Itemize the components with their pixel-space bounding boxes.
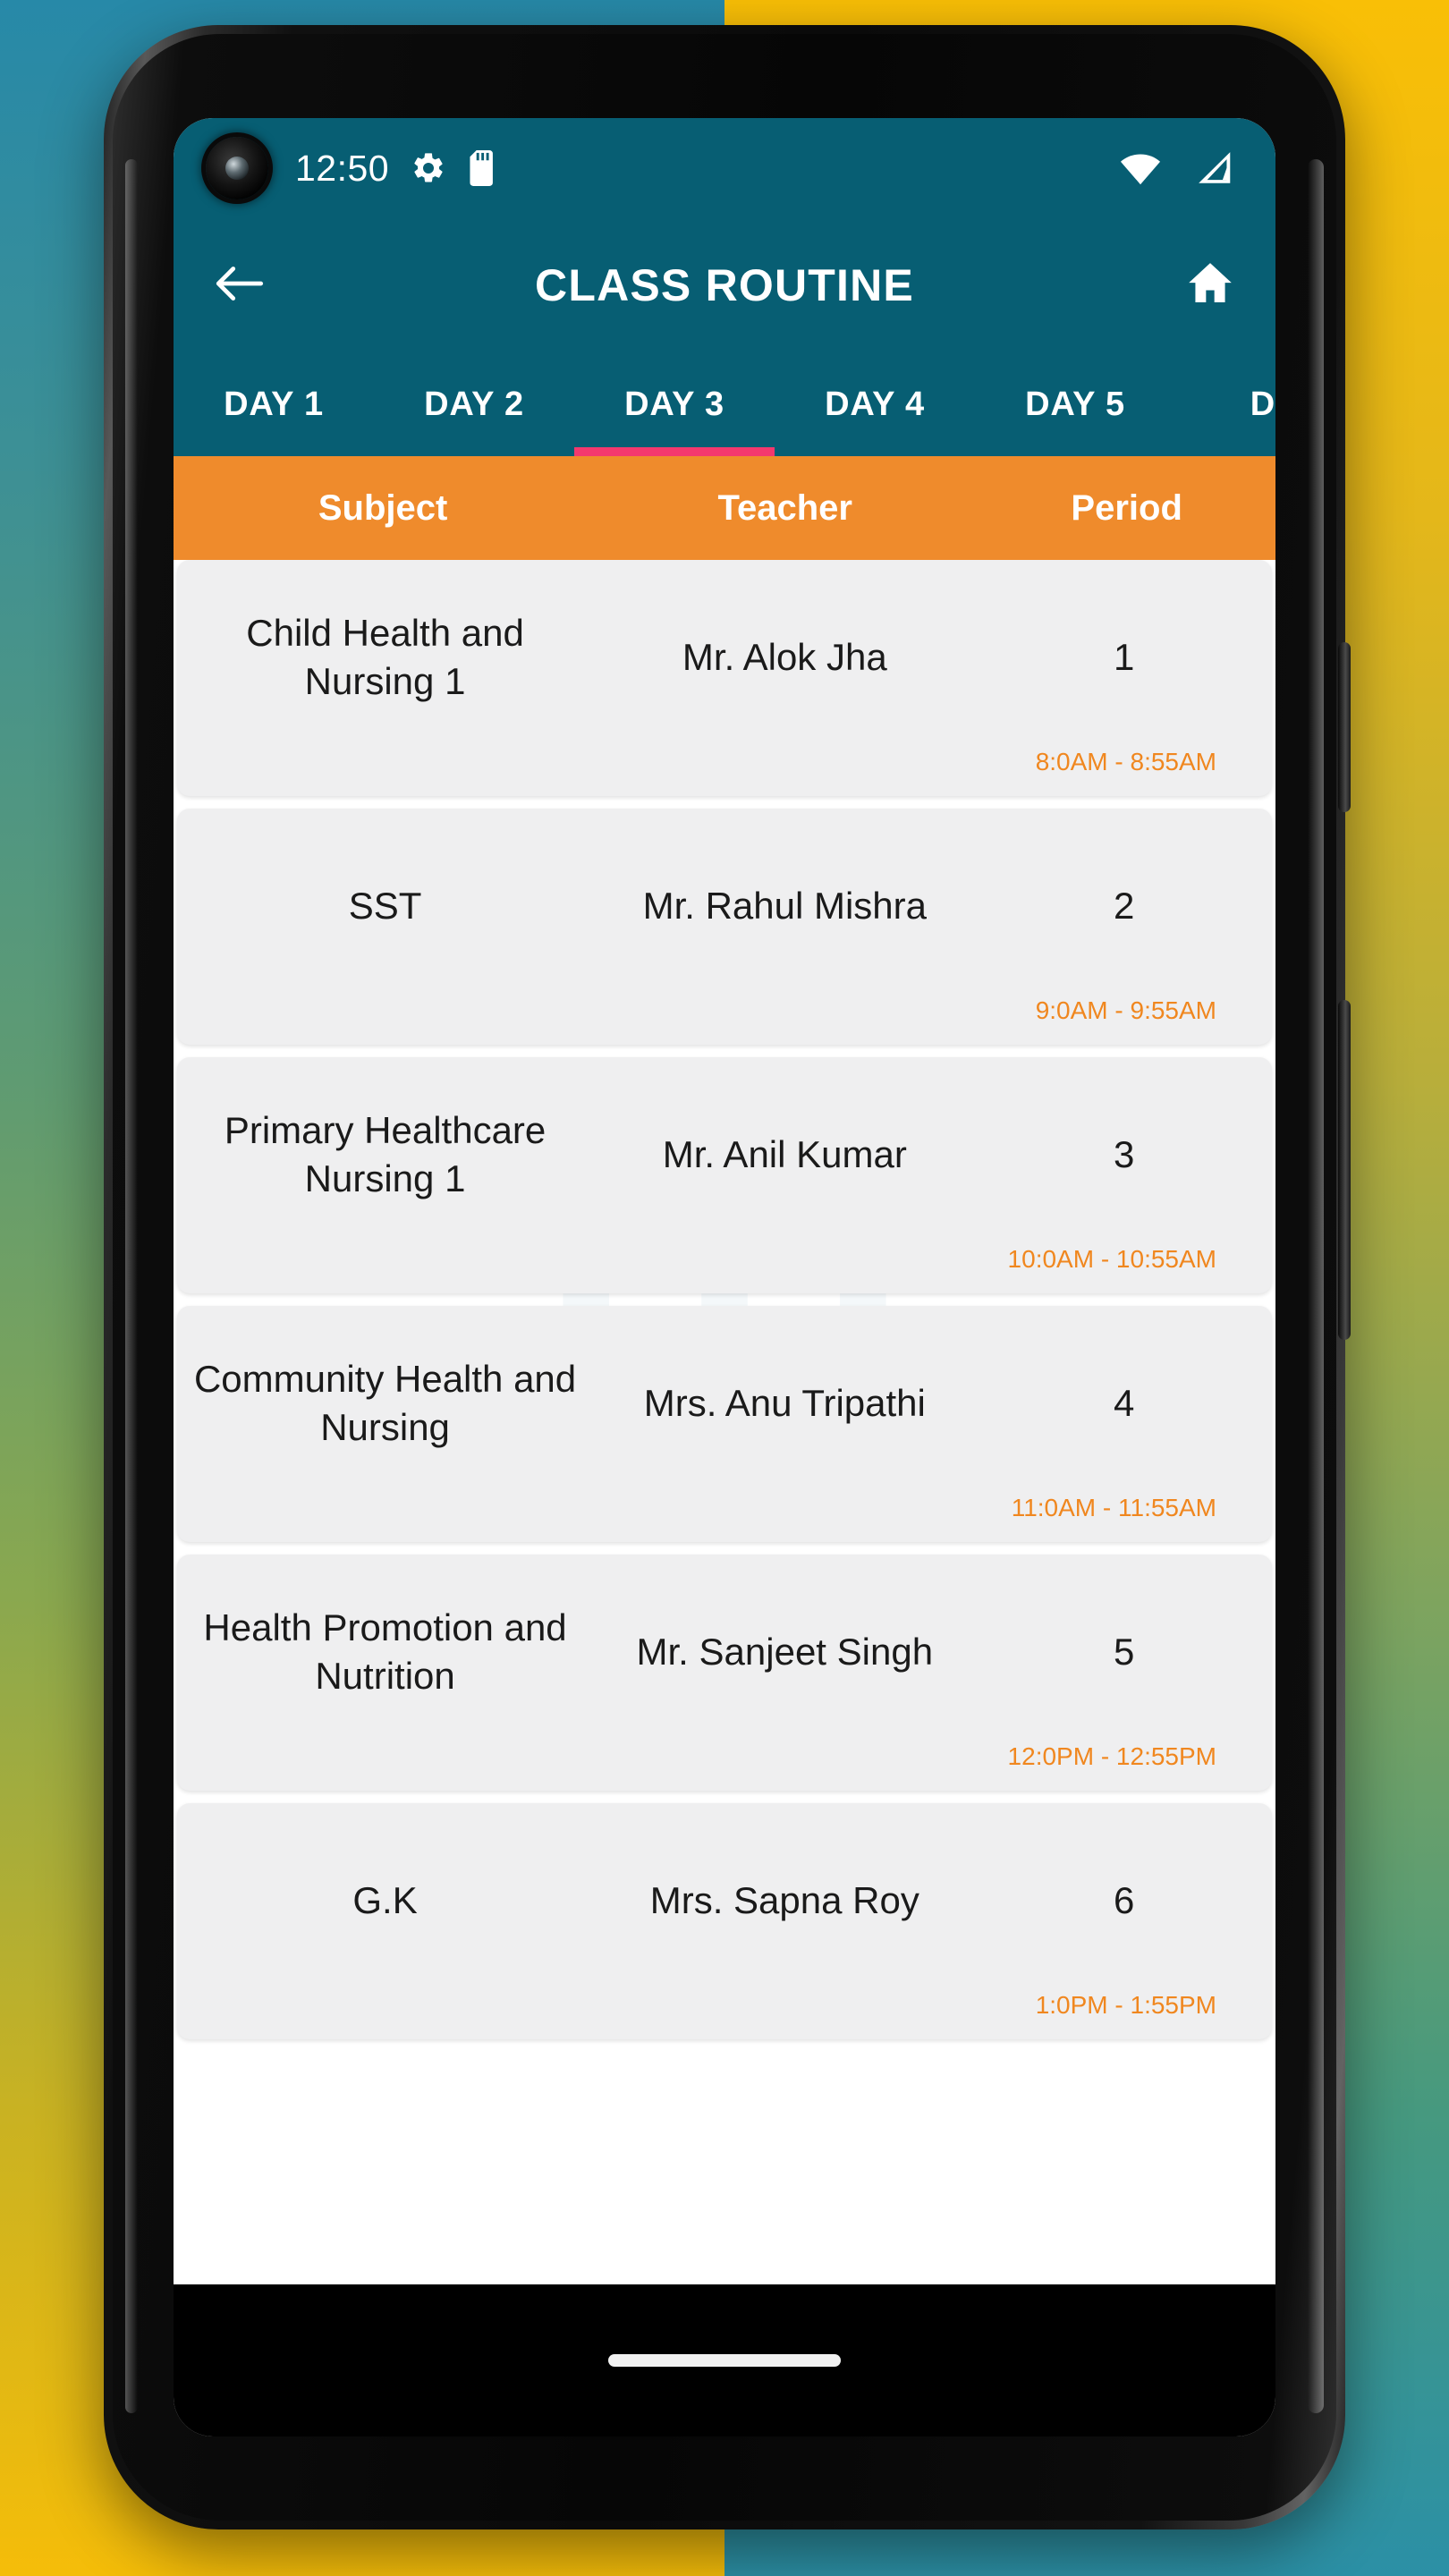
cell-time-range: 11:0AM - 11:55AM xyxy=(1011,1494,1216,1521)
tab-label: DAY 1 xyxy=(224,385,324,423)
day-tab-bar[interactable]: DAY 1 DAY 2 DAY 3 DAY 4 DAY 5 DA xyxy=(174,352,1275,456)
table-row[interactable]: SST Mr. Rahul Mishra 2 9:0AM - 9:55AM xyxy=(177,809,1272,1045)
cell-subject: Child Health and Nursing 1 xyxy=(246,612,524,702)
status-bar-right-icons xyxy=(1098,150,1234,186)
home-gesture-pill[interactable] xyxy=(608,2354,841,2367)
tab-day-2[interactable]: DAY 2 xyxy=(374,352,574,456)
front-camera-punchhole xyxy=(206,137,268,199)
tab-day-3[interactable]: DAY 3 xyxy=(574,352,775,456)
cell-subject: SST xyxy=(348,885,422,928)
cell-teacher: Mr. Anil Kumar xyxy=(662,1133,907,1176)
cell-period: 3 xyxy=(1114,1133,1135,1176)
table-row[interactable]: G.K Mrs. Sapna Roy 6 1:0PM - 1:55PM xyxy=(177,1803,1272,2039)
wifi-icon xyxy=(1120,150,1161,186)
table-row-main: Health Promotion and Nutrition Mr. Sanjee… xyxy=(177,1585,1272,1719)
cell-subject: Primary Healthcare Nursing 1 xyxy=(224,1109,547,1199)
column-header-teacher: Teacher xyxy=(717,487,852,528)
system-navigation-bar xyxy=(174,2284,1275,2436)
cell-time-range: 8:0AM - 8:55AM xyxy=(1035,748,1216,775)
phone-device-frame: 12:50 CLASS ROUTINE DAY 1 DAY 2 DAY 3 DA… xyxy=(104,25,1351,2529)
status-bar: 12:50 xyxy=(174,118,1275,218)
cell-subject: Community Health and Nursing xyxy=(193,1358,577,1448)
cell-time-range: 1:0PM - 1:55PM xyxy=(1035,1991,1216,2019)
table-row[interactable]: Health Promotion and Nutrition Mr. Sanjee… xyxy=(177,1555,1272,1791)
home-icon[interactable] xyxy=(1184,258,1236,313)
cell-subject: G.K xyxy=(352,1879,418,1922)
table-row[interactable]: Primary Healthcare Nursing 1 Mr. Anil Kum… xyxy=(177,1057,1272,1293)
back-arrow-icon[interactable] xyxy=(213,260,268,311)
column-header-period: Period xyxy=(1071,487,1182,528)
app-bar: CLASS ROUTINE xyxy=(174,218,1275,352)
table-row-main: Community Health and Nursing Mrs. Anu Tri… xyxy=(177,1336,1272,1470)
tab-day-6[interactable]: DA xyxy=(1175,352,1275,456)
tab-label: DAY 2 xyxy=(424,385,524,423)
tab-label: DAY 5 xyxy=(1025,385,1125,423)
tab-day-1[interactable]: DAY 1 xyxy=(174,352,374,456)
cell-subject: Health Promotion and Nutrition xyxy=(203,1606,567,1697)
table-row-main: SST Mr. Rahul Mishra 2 xyxy=(177,839,1272,973)
sd-card-icon xyxy=(468,150,498,186)
cell-period: 6 xyxy=(1114,1879,1135,1922)
table-row[interactable]: Child Health and Nursing 1 Mr. Alok Jha 1 8… xyxy=(177,560,1272,796)
routine-table-body[interactable]: Child Health and Nursing 1 Mr. Alok Jha 1 8… xyxy=(174,560,1275,2340)
tab-day-5[interactable]: DAY 5 xyxy=(975,352,1175,456)
cell-teacher: Mr. Alok Jha xyxy=(682,636,887,679)
status-bar-clock: 12:50 xyxy=(295,147,390,189)
volume-button[interactable] xyxy=(1338,1000,1351,1340)
table-row[interactable]: Community Health and Nursing Mrs. Anu Tri… xyxy=(177,1306,1272,1542)
tab-label: DAY 4 xyxy=(825,385,925,423)
column-header-subject: Subject xyxy=(318,487,448,528)
table-row-main: Primary Healthcare Nursing 1 Mr. Anil Kum… xyxy=(177,1088,1272,1222)
bezel-highlight-left xyxy=(125,159,138,2413)
tab-day-4[interactable]: DAY 4 xyxy=(775,352,975,456)
cell-period: 1 xyxy=(1114,636,1135,679)
cell-time-range: 12:0PM - 12:55PM xyxy=(1007,1742,1216,1770)
cell-period: 4 xyxy=(1114,1382,1135,1425)
settings-gear-icon xyxy=(411,150,446,186)
cell-teacher: Mrs. Sapna Roy xyxy=(649,1879,919,1922)
cell-time-range: 10:0AM - 10:55AM xyxy=(1007,1245,1216,1273)
table-row-main: G.K Mrs. Sapna Roy 6 xyxy=(177,1834,1272,1968)
bezel-highlight-right xyxy=(1308,159,1324,2413)
cellular-signal-icon xyxy=(1195,150,1234,186)
cell-teacher: Mr. Sanjeet Singh xyxy=(636,1631,934,1674)
page-title: CLASS ROUTINE xyxy=(535,260,914,310)
power-button[interactable] xyxy=(1338,642,1351,812)
cell-period: 2 xyxy=(1114,885,1135,928)
routine-table-header: Subject Teacher Period xyxy=(174,456,1275,560)
cell-time-range: 9:0AM - 9:55AM xyxy=(1035,996,1216,1024)
table-row-main: Child Health and Nursing 1 Mr. Alok Jha 1 xyxy=(177,590,1272,724)
tab-label: DAY 3 xyxy=(624,385,724,423)
cell-teacher: Mrs. Anu Tripathi xyxy=(643,1382,926,1425)
cell-period: 5 xyxy=(1114,1631,1135,1674)
cell-teacher: Mr. Rahul Mishra xyxy=(642,885,928,928)
phone-screen: 12:50 CLASS ROUTINE DAY 1 DAY 2 DAY 3 DA… xyxy=(174,118,1275,2436)
tab-label: DA xyxy=(1250,385,1275,423)
